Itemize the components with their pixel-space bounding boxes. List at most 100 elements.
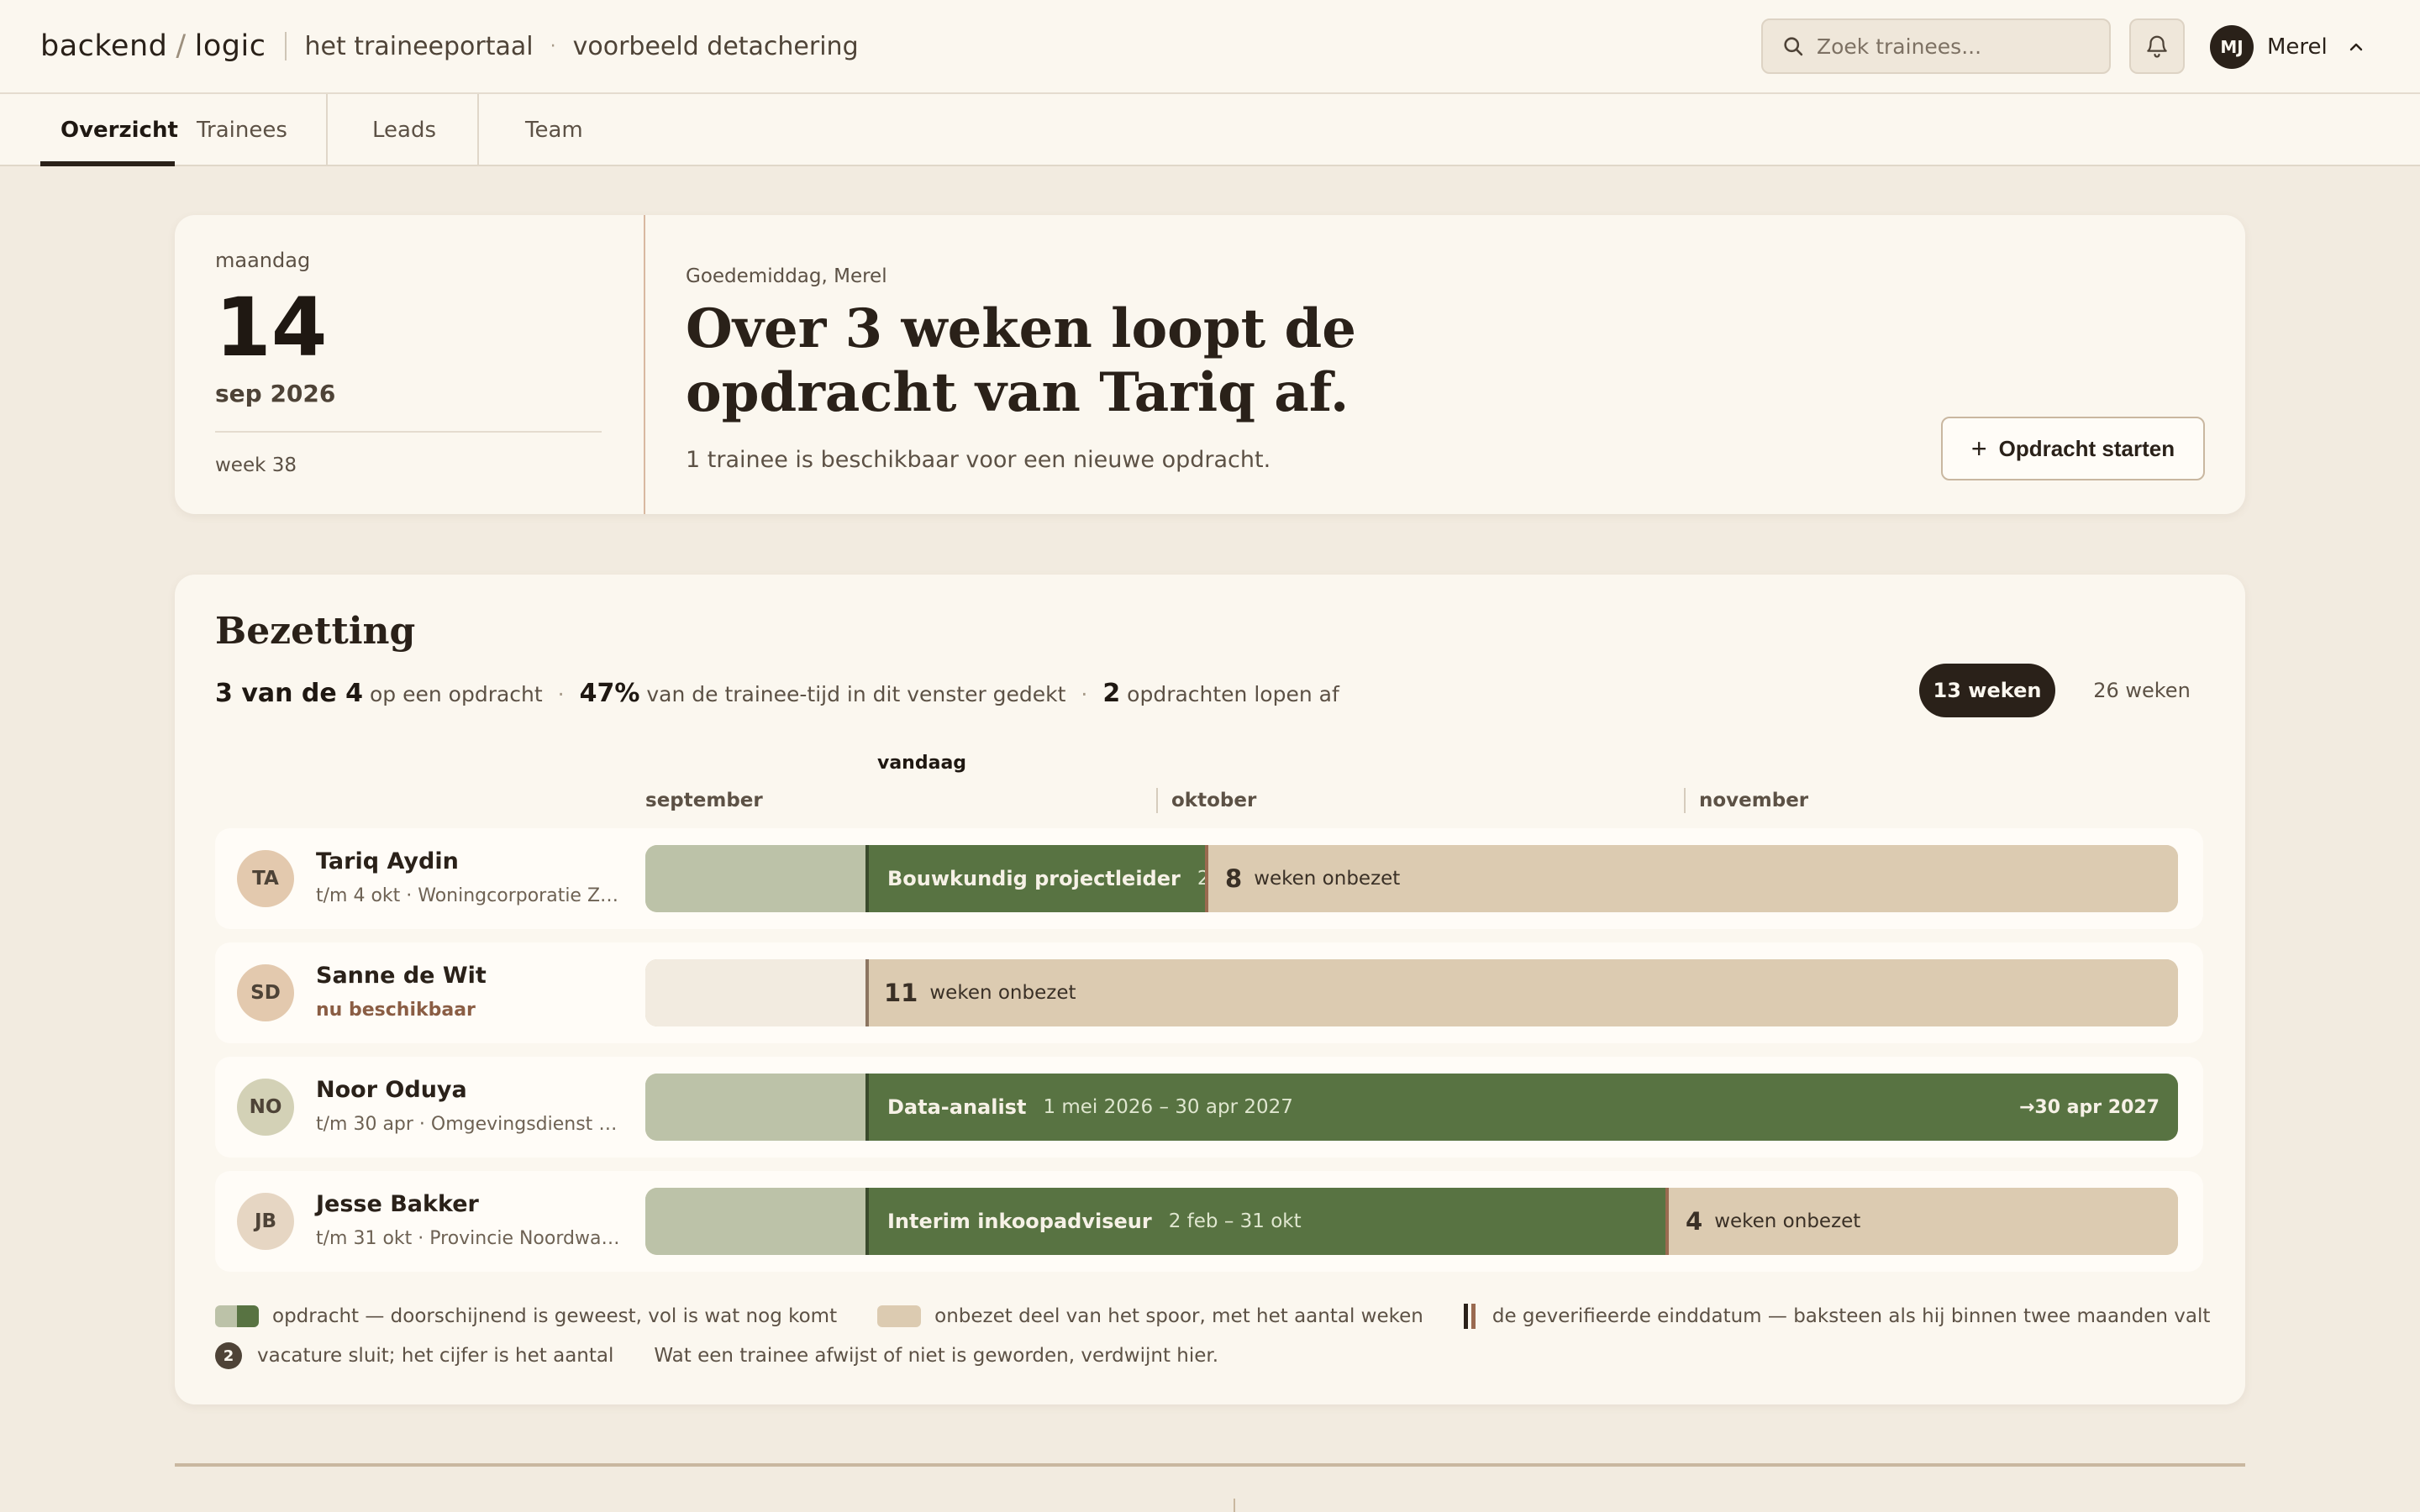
- greeting-subline: 1 trainee is beschikbaar voor een nieuwe…: [686, 447, 1271, 473]
- range-13-weeks-button[interactable]: 13 weken: [1919, 664, 2055, 717]
- free-weeks-segment: 8 weken onbezet: [1208, 845, 2178, 912]
- legend-end-date-text: de geverifieerde einddatum — baksteen al…: [1491, 1305, 2211, 1327]
- trainee-availability: nu beschikbaar: [316, 1000, 476, 1021]
- today-marker: [865, 1188, 869, 1255]
- trainee-avatar: SD: [237, 964, 294, 1021]
- legend-end-date-swatch: [1463, 1304, 1476, 1329]
- tab-divider: [326, 94, 328, 166]
- user-avatar: MJ: [2210, 25, 2254, 69]
- legend-row-1: opdracht — doorschijnend is geweest, vol…: [215, 1304, 2210, 1329]
- month-tick: [1156, 788, 1158, 813]
- assignment-dates: 2 feb – 31 okt: [1168, 1210, 1302, 1232]
- stat-ending-text: opdrachten lopen af: [1127, 682, 1339, 706]
- date-divider: [215, 431, 602, 433]
- range-26-weeks-button[interactable]: 26 weken: [2074, 664, 2210, 717]
- tab-leads[interactable]: Leads: [372, 94, 436, 166]
- day-number: 14: [215, 281, 328, 375]
- legend-row-2: 2 vacature sluit; het cijfer is het aant…: [215, 1342, 1218, 1369]
- free-weeks-count: 4: [1686, 1207, 1703, 1236]
- stat-separator: ·: [557, 682, 565, 706]
- month-year: sep 2026: [215, 380, 336, 407]
- assignment-dates: 1 mei 2026 – 30 apr 2027: [1043, 1096, 1293, 1118]
- trainee-avatar: NO: [237, 1079, 294, 1136]
- user-name: Merel: [2267, 34, 2328, 60]
- free-weeks-label: weken onbezet: [929, 982, 1076, 1004]
- trainee-avatar: TA: [237, 850, 294, 907]
- trainee-row-jesse[interactable]: JB Jesse Bakker t/m 31 okt · Provincie N…: [215, 1171, 2203, 1272]
- stat-ending-value: 2: [1102, 679, 1121, 708]
- search-box[interactable]: [1761, 18, 2111, 74]
- free-weeks-label: weken onbezet: [1254, 868, 1401, 890]
- legend-assignment-text: opdracht — doorschijnend is geweest, vol…: [272, 1305, 838, 1327]
- assignment-bar-bouwkundig-projectleider[interactable]: Bouwkundig projectleider 2 mrt – 4 okt: [867, 845, 1208, 912]
- start-assignment-label: Opdracht starten: [1998, 435, 2175, 461]
- assignment-bar-data-analist[interactable]: Data-analist 1 mei 2026 – 30 apr 2027: [867, 1074, 2178, 1141]
- plus-icon: +: [1970, 433, 1987, 464]
- greeting-headline: Over 3 weken loopt de opdracht van Tariq…: [686, 297, 1356, 424]
- legend-assignment-swatch: [215, 1305, 259, 1327]
- top-bar: backend / logic het traineeportaal · voorb…: [0, 0, 2420, 94]
- month-tick: [1684, 788, 1686, 813]
- search-input[interactable]: [1817, 34, 2094, 59]
- free-weeks-count: 11: [884, 979, 918, 1007]
- start-assignment-button[interactable]: + Opdracht starten: [1941, 417, 2205, 480]
- day-name: maandag: [215, 249, 311, 272]
- occupancy-stats: 3 van de 4 op een opdracht · 47% van de …: [215, 679, 1339, 708]
- past-empty-segment: [645, 959, 867, 1026]
- greeting-divider: [644, 215, 645, 514]
- month-label-oktober: oktober: [1171, 790, 1257, 811]
- assignment-past-segment: [645, 1188, 867, 1255]
- user-menu[interactable]: MJ Merel: [2210, 24, 2366, 71]
- trainee-assignment-summary: t/m 4 okt · Woningcorporatie Zuiderlicht: [316, 885, 627, 906]
- brand-slash: /: [176, 29, 187, 63]
- legend-note: Wat een trainee afwijst of niet is gewor…: [654, 1345, 1219, 1367]
- free-weeks-segment: 11 weken onbezet: [867, 959, 2178, 1026]
- free-weeks-count: 8: [1225, 864, 1243, 893]
- greeting-salutation: Goedemiddag, Merel: [686, 265, 887, 287]
- today-marker: [865, 1074, 869, 1141]
- assignment-title: Bouwkundig projectleider: [887, 867, 1181, 890]
- notifications-button[interactable]: [2129, 18, 2185, 74]
- search-icon: [1784, 37, 1803, 56]
- trainee-avatar: JB: [237, 1193, 294, 1250]
- trainee-name: Noor Oduya: [316, 1077, 467, 1103]
- trainee-name: Jesse Bakker: [316, 1191, 479, 1217]
- legend-free-swatch: [877, 1305, 922, 1327]
- breadcrumb-separator: ·: [550, 35, 556, 57]
- tab-trainees[interactable]: Trainees: [197, 94, 287, 166]
- trainee-assignment-summary: t/m 30 apr · Omgevingsdienst Zuidwest: [316, 1114, 627, 1135]
- breadcrumb-context[interactable]: voorbeeld detachering: [573, 32, 859, 61]
- stat-coverage-value: 47%: [579, 679, 640, 708]
- brand-left: backend: [40, 29, 168, 63]
- date-block: maandag 14 sep 2026 week 38: [215, 249, 644, 476]
- breadcrumb-portal[interactable]: het traineeportaal: [305, 32, 534, 61]
- assignment-bar-interim-inkoopadviseur[interactable]: Interim inkoopadviseur 2 feb – 31 okt: [867, 1188, 1669, 1255]
- trainee-name: Tariq Aydin: [316, 848, 459, 874]
- timeline-track: Interim inkoopadviseur 2 feb – 31 okt 4 …: [645, 1188, 2178, 1255]
- occupancy-title: Bezetting: [215, 610, 416, 653]
- tab-overzicht[interactable]: Overzicht: [60, 94, 178, 166]
- active-tab-indicator: [40, 161, 175, 166]
- stat-separator: ·: [1081, 682, 1088, 706]
- timeline-track: Bouwkundig projectleider 2 mrt – 4 okt 8…: [645, 845, 2178, 912]
- legend-free-text: onbezet deel van het spoor, met het aant…: [934, 1305, 1423, 1327]
- tab-team[interactable]: Team: [525, 94, 583, 166]
- brand-right: logic: [194, 29, 266, 63]
- week-number: week 38: [215, 454, 297, 476]
- trainee-row-noor[interactable]: NO Noor Oduya t/m 30 apr · Omgevingsdien…: [215, 1057, 2203, 1158]
- header-divider: [284, 32, 287, 60]
- assignment-title: Data-analist: [887, 1095, 1027, 1119]
- legend-vacancy-count-badge: 2: [215, 1342, 242, 1369]
- free-weeks-label: weken onbezet: [1714, 1210, 1861, 1232]
- brand-logo[interactable]: backend / logic: [40, 29, 266, 63]
- trainee-row-tariq[interactable]: TA Tariq Aydin t/m 4 okt · Woningcorpora…: [215, 828, 2203, 929]
- trainee-row-sanne[interactable]: SD Sanne de Wit nu beschikbaar 11 weken …: [215, 942, 2203, 1043]
- continues-until-label: →30 apr 2027: [2018, 1096, 2160, 1118]
- timeline-track: Data-analist 1 mei 2026 – 30 apr 2027 →3…: [645, 1074, 2178, 1141]
- timeline-track: 11 weken onbezet: [645, 959, 2178, 1026]
- tab-divider: [477, 94, 479, 166]
- section-divider: [175, 1463, 2245, 1467]
- bell-icon: [2147, 35, 2167, 58]
- stat-on-assignment-text: op een opdracht: [370, 682, 543, 706]
- assignment-title: Interim inkoopadviseur: [887, 1210, 1152, 1233]
